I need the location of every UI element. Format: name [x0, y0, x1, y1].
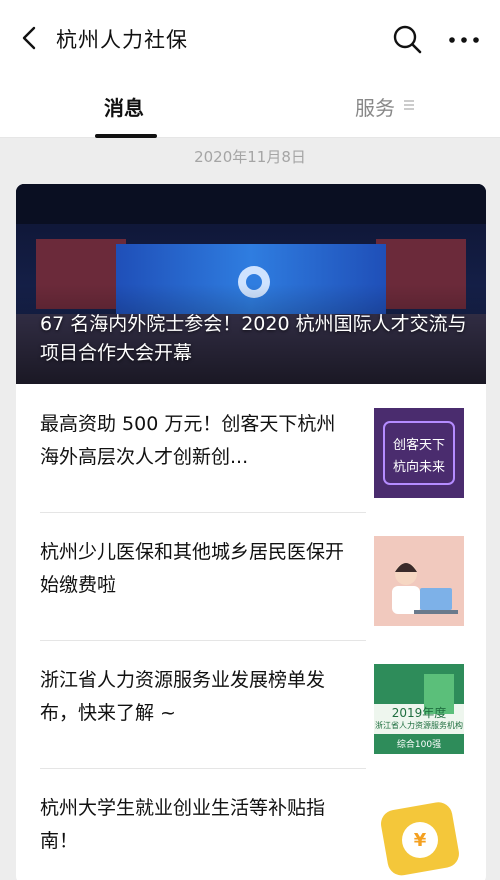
- article-item[interactable]: 杭州少儿医保和其他城乡居民医保开始缴费啦: [16, 512, 486, 640]
- tab-messages[interactable]: 消息: [104, 92, 144, 121]
- article-item[interactable]: 浙江省人力资源服务业发展榜单发布，快来了解 ~ 2019年度 浙江省人力资源服务…: [16, 640, 486, 768]
- thumb-text: 综合100强: [396, 740, 442, 750]
- tab-services[interactable]: 服务: [355, 92, 395, 121]
- article-card: 67 名海内外院士参会！2020 杭州国际人才交流与项目合作大会开幕 最高资助 …: [16, 184, 486, 880]
- top-bar: 杭州人力社保: [0, 0, 500, 76]
- article-thumbnail: 创客天下 杭向未来: [374, 408, 464, 498]
- back-arrow-icon[interactable]: [14, 22, 46, 54]
- thumb-text: 浙江省人力资源服务机构: [375, 721, 463, 730]
- article-thumbnail: 2019年度 浙江省人力资源服务机构 综合100强: [374, 664, 464, 754]
- article-title: 浙江省人力资源服务业发展榜单发布，快来了解 ~: [40, 669, 326, 724]
- search-icon[interactable]: [390, 22, 424, 56]
- thumb-text: 创客天下: [392, 438, 445, 453]
- message-date: 2020年11月8日: [194, 148, 306, 166]
- account-title: 杭州人力社保: [56, 28, 188, 52]
- article-title: 杭州少儿医保和其他城乡居民医保开始缴费啦: [40, 541, 345, 596]
- article-title: 杭州大学生就业创业生活等补贴指南！: [40, 797, 326, 852]
- article-thumbnail: [374, 536, 464, 626]
- article-title: 最高资助 500 万元！创客天下杭州海外高层次人才创新创...: [40, 413, 336, 468]
- article-item[interactable]: 杭州大学生就业创业生活等补贴指南！ ¥: [16, 768, 486, 880]
- article-item[interactable]: 最高资助 500 万元！创客天下杭州海外高层次人才创新创... 创客天下 杭向未…: [16, 384, 486, 512]
- active-tab-indicator: [95, 134, 157, 138]
- thumb-text: 2019年度: [391, 706, 447, 720]
- article-thumbnail: ¥: [374, 792, 464, 880]
- more-options-icon[interactable]: [444, 22, 484, 56]
- hero-title: 67 名海内外院士参会！2020 杭州国际人才交流与项目合作大会开幕: [40, 313, 467, 364]
- tab-bar: 消息 服务: [0, 76, 500, 138]
- thumb-text: 杭向未来: [392, 460, 445, 475]
- hero-article[interactable]: 67 名海内外院士参会！2020 杭州国际人才交流与项目合作大会开幕: [16, 184, 486, 384]
- thumb-text: ¥: [413, 830, 427, 851]
- menu-lines-icon: [404, 100, 414, 110]
